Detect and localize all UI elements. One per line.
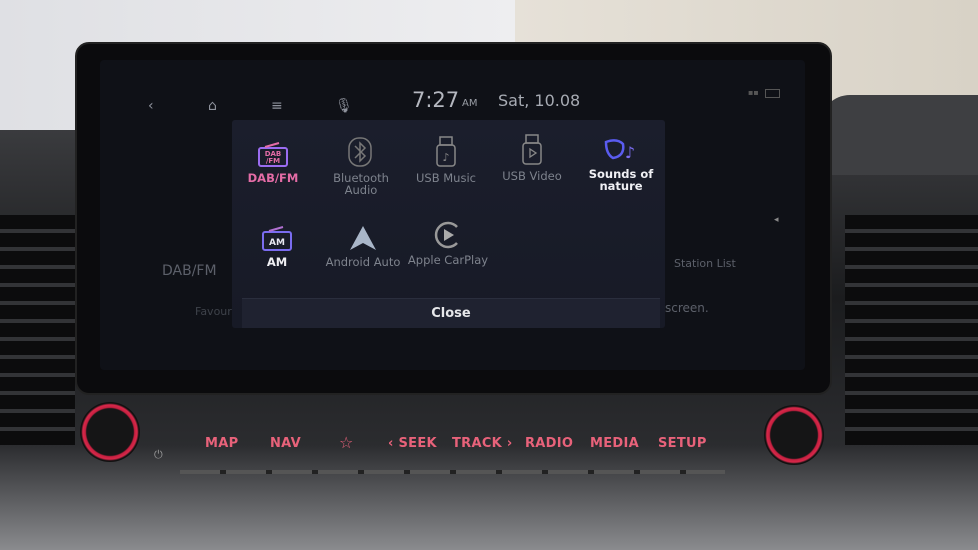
media-item-label: Sounds of nature [588, 167, 654, 193]
media-item-am[interactable]: AM AM [234, 218, 320, 268]
background-message: screen. [665, 301, 709, 315]
air-vent-right [845, 215, 978, 445]
battery-icon [765, 89, 780, 98]
back-icon[interactable]: ‹ [148, 98, 154, 114]
media-item-label: USB Music [416, 171, 476, 185]
media-item-apple-carplay[interactable]: Apple CarPlay [404, 216, 492, 266]
sounds-of-nature-icon: ♪ [578, 130, 664, 164]
svg-text:AM: AM [269, 238, 285, 248]
microphone-icon[interactable]: 🎙︎ [335, 98, 353, 114]
media-item-label: Android Auto [325, 255, 401, 269]
clock-ampm: AM [462, 98, 478, 109]
home-icon[interactable]: ⌂ [208, 98, 217, 114]
favourite-star-icon[interactable]: ☆ [339, 433, 354, 452]
dab-fm-radio-icon: DAB/FM [230, 134, 316, 168]
usb-video-icon [489, 132, 575, 166]
am-radio-icon: AM [234, 218, 320, 252]
track-button[interactable]: TRACK › [452, 436, 513, 451]
media-item-usb-music[interactable]: ♪ USB Music [403, 134, 489, 184]
bluetooth-audio-icon [318, 134, 404, 168]
media-source-popup: DAB/FM DAB/FM Bluetooth Audio ♪ USB Musi… [232, 120, 665, 328]
svg-text:♪: ♪ [625, 143, 635, 162]
media-item-bluetooth-audio[interactable]: Bluetooth Audio [318, 134, 404, 196]
date: Sat, 10.08 [498, 91, 581, 110]
signal-icon: ▪▪ [748, 88, 759, 97]
power-icon[interactable]: ⏻ [154, 448, 163, 462]
media-item-android-auto[interactable]: Android Auto [320, 218, 406, 268]
menu-icon[interactable]: ≡ [271, 98, 283, 114]
air-vent-left [0, 215, 75, 445]
infotainment-display: ‹ ⌂ ≡ 🎙︎ 7:27 AM Sat, 10.08 ▪▪ DAB/FM Fa… [100, 60, 805, 370]
close-button[interactable]: Close [242, 298, 660, 328]
seek-button[interactable]: ‹ SEEK [388, 436, 437, 451]
background-favourites: Favouri [195, 305, 235, 318]
dashboard-trim [820, 95, 978, 175]
tune-knob[interactable] [764, 405, 824, 465]
volume-knob[interactable] [80, 402, 140, 462]
apple-carplay-icon [404, 216, 492, 250]
media-item-label: USB Video [502, 169, 562, 183]
android-auto-icon [320, 218, 406, 252]
media-item-label: Apple CarPlay [407, 253, 489, 267]
status-bar: ‹ ⌂ ≡ 🎙︎ 7:27 AM Sat, 10.08 ▪▪ [100, 60, 805, 115]
media-button[interactable]: MEDIA [590, 436, 639, 451]
media-item-dab-fm[interactable]: DAB/FM DAB/FM [230, 134, 316, 184]
usb-music-icon: ♪ [403, 134, 489, 168]
station-list-button[interactable]: Station List [674, 257, 736, 270]
nav-button[interactable]: NAV [270, 436, 301, 451]
media-item-label: AM [266, 255, 288, 269]
media-item-usb-video[interactable]: USB Video [489, 132, 575, 182]
background-source-label: DAB/FM [162, 263, 217, 279]
media-item-label: Bluetooth Audio [333, 171, 389, 197]
control-strip-divider [180, 470, 725, 474]
radio-button[interactable]: RADIO [525, 436, 573, 451]
clock: 7:27 [412, 88, 460, 112]
setup-button[interactable]: SETUP [658, 436, 707, 451]
media-item-label: DAB/FM [247, 171, 299, 185]
media-item-sounds-of-nature[interactable]: ♪ Sounds of nature [578, 130, 664, 192]
map-button[interactable]: MAP [205, 436, 238, 451]
svg-text:/FM: /FM [266, 157, 280, 165]
svg-text:♪: ♪ [442, 151, 449, 164]
panel-arrow-icon[interactable]: ◂ [774, 215, 779, 225]
